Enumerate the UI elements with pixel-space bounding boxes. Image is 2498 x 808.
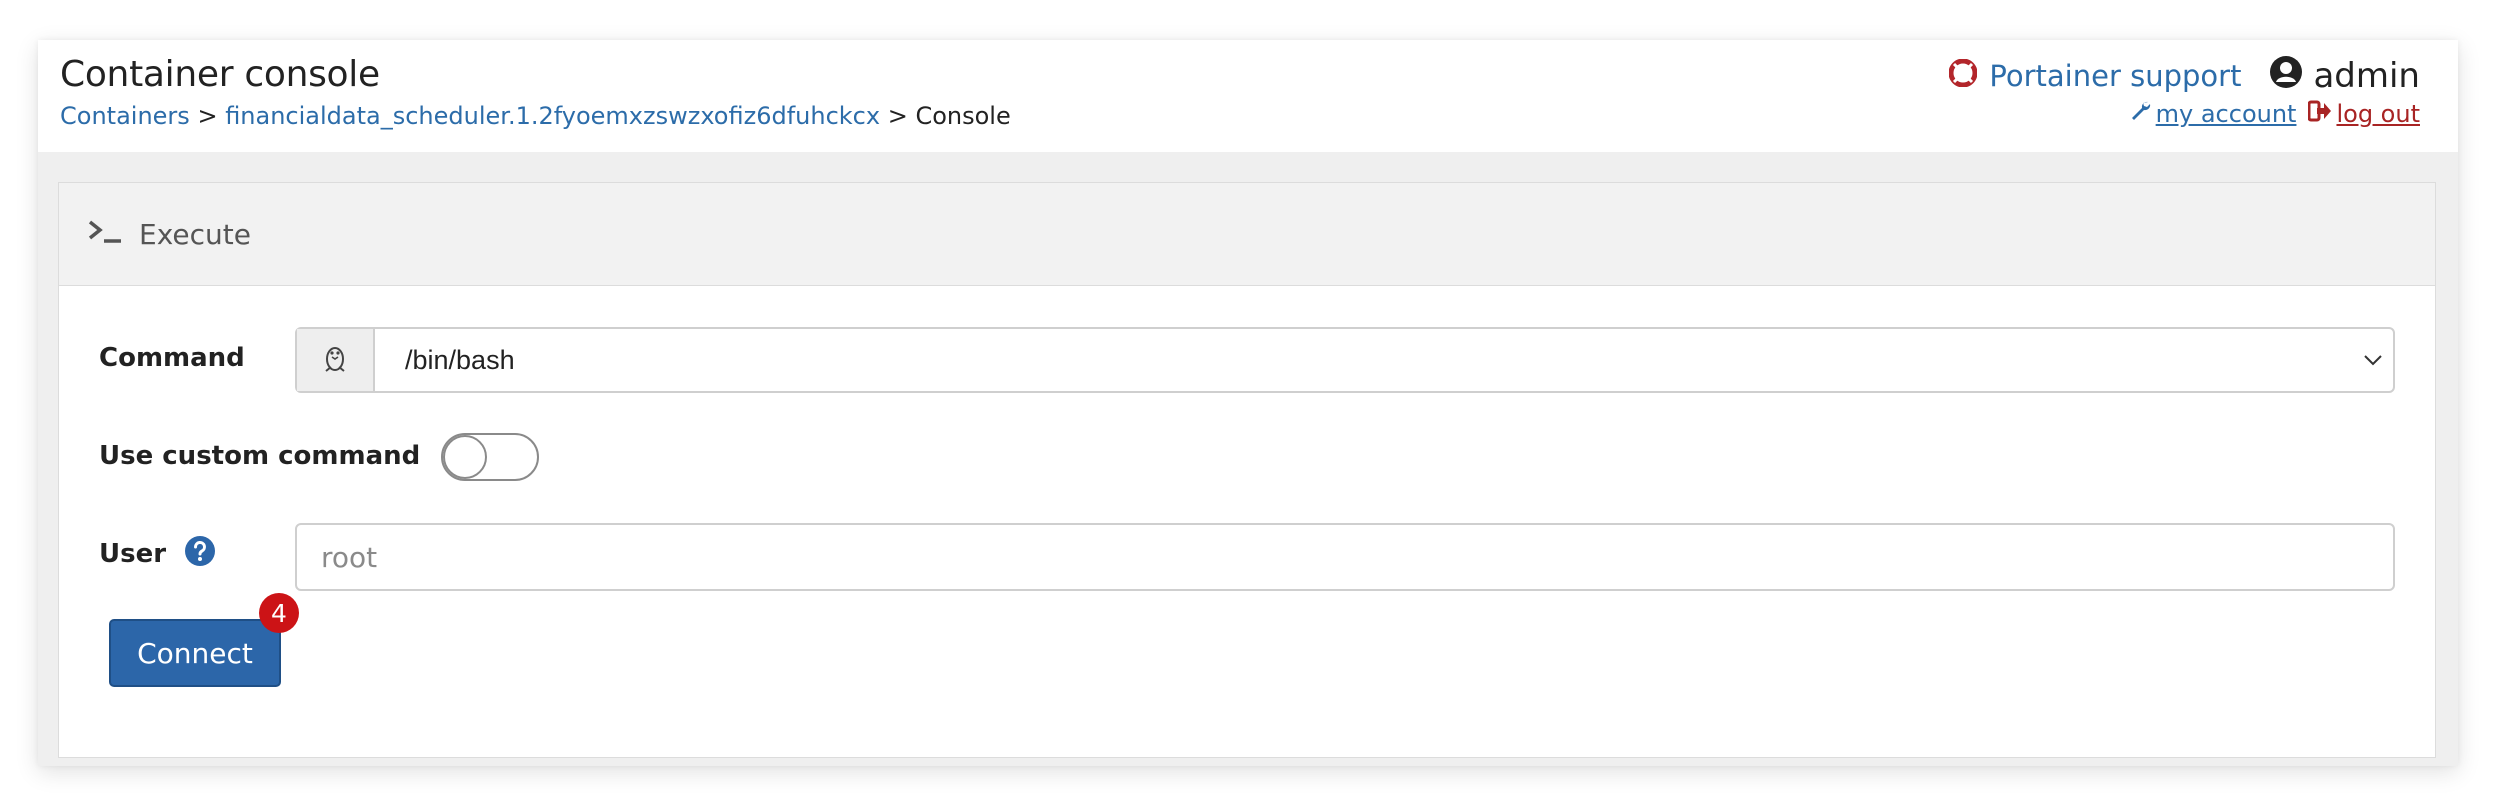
my-account-label: my account xyxy=(2155,100,2297,128)
portainer-support-label: Portainer support xyxy=(1989,59,2242,93)
widget-header: Execute xyxy=(59,183,2435,286)
page-title: Container console xyxy=(60,54,380,95)
step-badge: 4 xyxy=(259,593,299,633)
linux-icon xyxy=(322,343,348,378)
user-name: admin xyxy=(2313,56,2420,96)
widget-title: Execute xyxy=(139,217,251,251)
terminal-icon xyxy=(87,217,123,252)
sign-out-icon xyxy=(2307,100,2332,128)
breadcrumb-container-link[interactable]: financialdata_scheduler.1.2fyoemxzswzxof… xyxy=(225,102,880,130)
page-header: Container console Containers > financial… xyxy=(38,40,2458,152)
breadcrumb: Containers > financialdata_scheduler.1.2… xyxy=(60,102,1011,130)
header-user-area: Portainer support admin xyxy=(1948,54,2420,98)
command-addon xyxy=(297,329,375,391)
logout-label: log out xyxy=(2336,100,2420,128)
command-row: Command xyxy=(99,343,245,373)
user-label: User xyxy=(99,538,167,569)
user-menu: admin xyxy=(2269,55,2420,98)
user-circle-icon xyxy=(2269,55,2303,98)
account-links: my account log out xyxy=(2130,100,2420,128)
connect-button[interactable]: Connect xyxy=(109,619,281,687)
command-value: /bin/bash xyxy=(405,344,515,375)
my-account-link[interactable]: my account xyxy=(2130,100,2297,128)
command-select[interactable]: /bin/bash xyxy=(295,327,2395,393)
chevron-down-icon xyxy=(2353,354,2393,366)
question-circle-icon[interactable] xyxy=(184,535,216,572)
breadcrumb-current: Console xyxy=(915,102,1011,130)
toggle-knob xyxy=(443,435,487,479)
wrench-icon xyxy=(2130,100,2152,128)
custom-command-label: Use custom command xyxy=(99,441,421,471)
console-page: Container console Containers > financial… xyxy=(38,40,2458,766)
breadcrumb-separator: > xyxy=(197,102,218,130)
life-ring-icon xyxy=(1948,58,1978,94)
execute-widget: Execute Command /bin/bash Use custom com… xyxy=(58,182,2436,758)
logout-link[interactable]: log out xyxy=(2307,100,2420,128)
command-label: Command xyxy=(99,343,245,373)
breadcrumb-separator: > xyxy=(887,102,908,130)
breadcrumb-containers-link[interactable]: Containers xyxy=(60,102,190,130)
custom-command-row: Use custom command xyxy=(99,441,420,471)
custom-command-toggle[interactable] xyxy=(441,433,539,481)
user-input[interactable] xyxy=(295,523,2395,591)
user-row: User xyxy=(99,535,216,572)
portainer-support-link[interactable]: Portainer support xyxy=(1948,58,2242,94)
